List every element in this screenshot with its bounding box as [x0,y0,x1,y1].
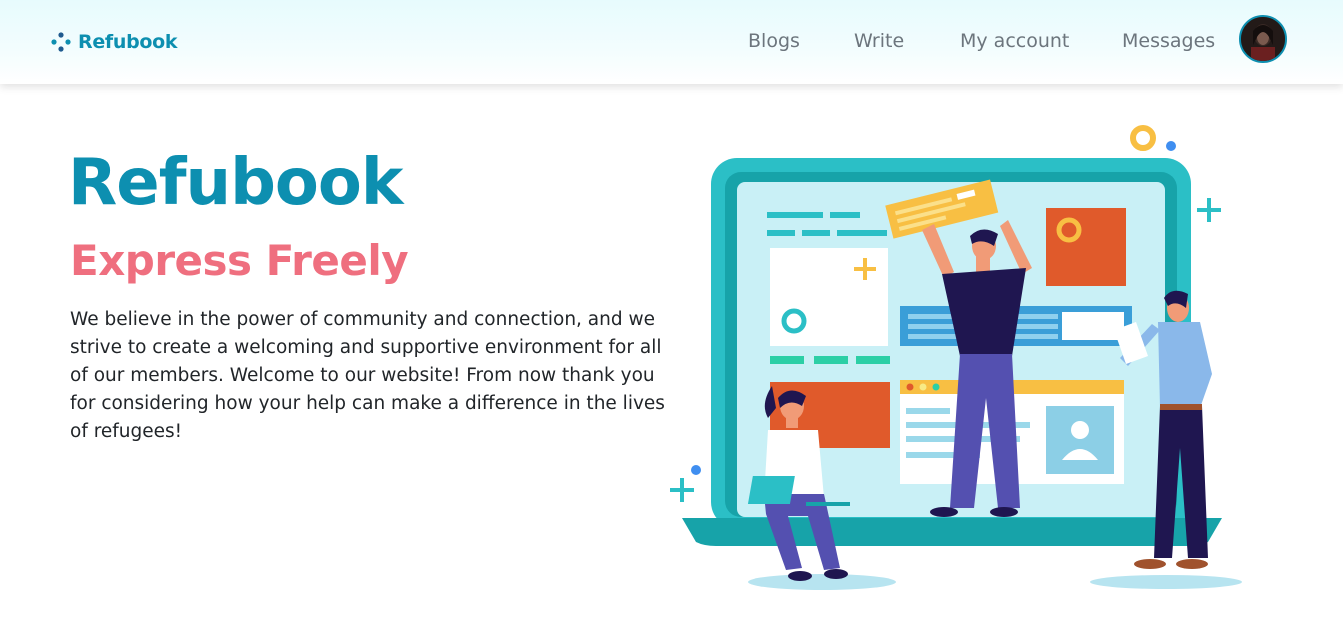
nav-link-messages[interactable]: Messages [1122,30,1215,52]
hero-title: Refubook [68,146,403,220]
nav-link-blogs[interactable]: Blogs [748,30,800,52]
hero-subtitle: Express Freely [70,236,409,285]
top-navbar: Refubook Blogs Write My account Messages [0,0,1343,84]
nav-links: Blogs Write My account Messages [0,30,1343,58]
nav-link-write[interactable]: Write [854,30,904,52]
avatar-photo [1241,17,1285,61]
hero-illustration [670,125,1242,590]
nav-link-my-account[interactable]: My account [960,30,1069,52]
hero-description: We believe in the power of community and… [70,309,665,442]
user-avatar[interactable] [1239,15,1287,63]
